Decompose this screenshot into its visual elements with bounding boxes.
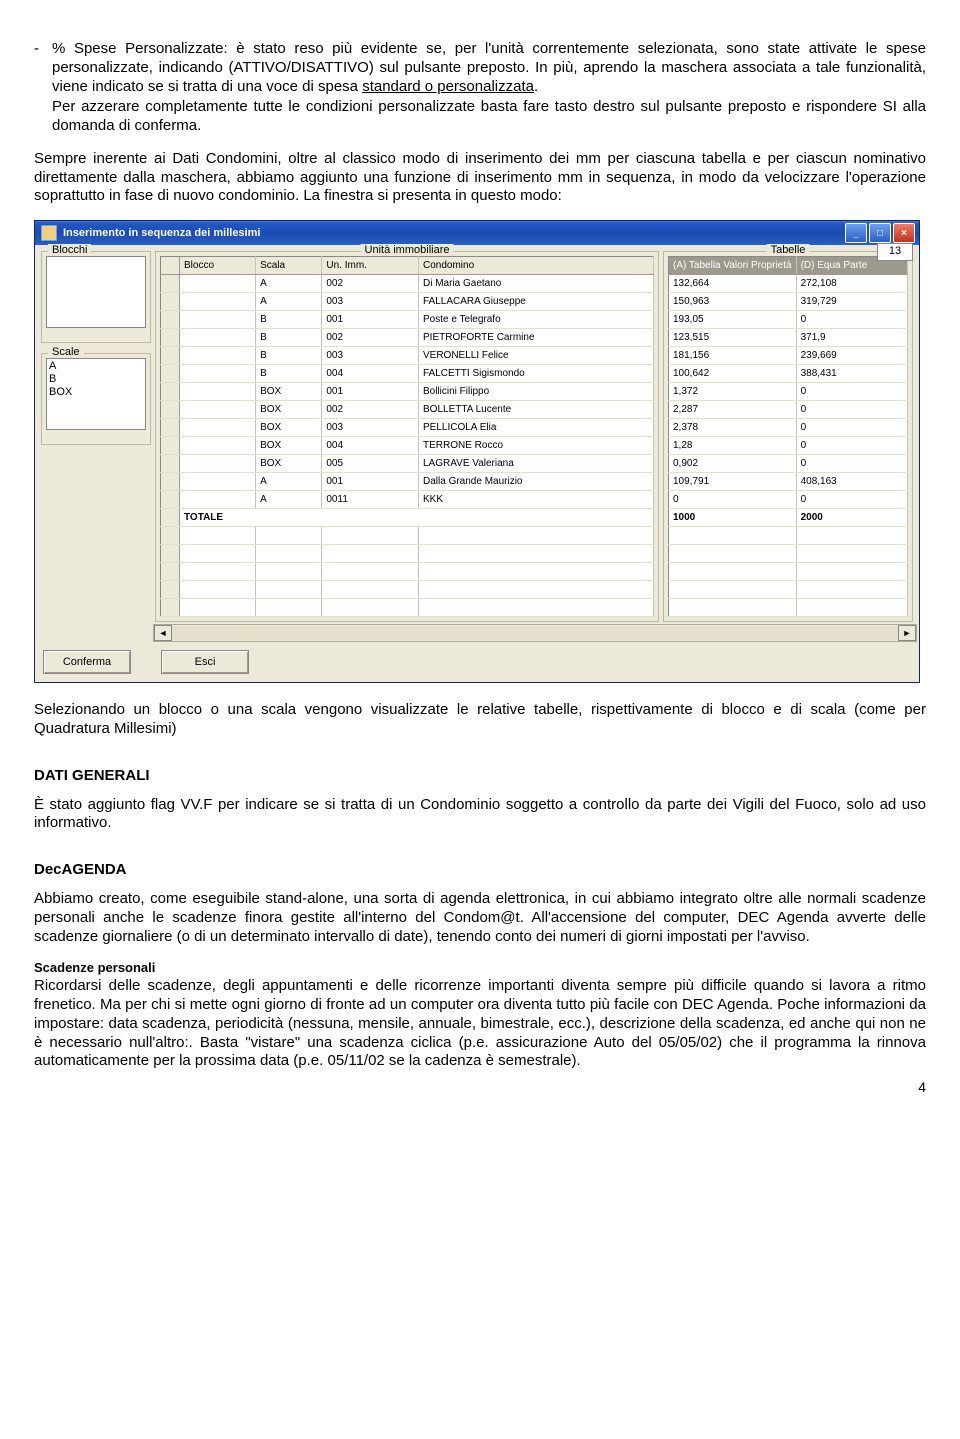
- table-row[interactable]: BOX003PELLICOLA Elia: [161, 419, 654, 437]
- page-number: 4: [34, 1079, 926, 1095]
- col-tab-a[interactable]: (A) Tabella Valori Proprietà: [669, 257, 797, 275]
- table-row[interactable]: 150,963319,729: [669, 293, 908, 311]
- table-row[interactable]: A002Di Maria Gaetano: [161, 275, 654, 293]
- para-decagenda: Abbiamo creato, come eseguibile stand-al…: [34, 890, 926, 946]
- app-icon: [41, 225, 57, 241]
- table-row[interactable]: A0011KKK: [161, 491, 654, 509]
- table-row[interactable]: BOX004TERRONE Rocco: [161, 437, 654, 455]
- table-row[interactable]: BOX005LAGRAVE Valeriana: [161, 455, 654, 473]
- table-row[interactable]: 109,791408,163: [669, 473, 908, 491]
- para-vvf: È stato aggiunto flag VV.F per indicare …: [34, 796, 926, 834]
- conferma-button[interactable]: Conferma: [43, 650, 131, 674]
- legend-scale: Scale: [48, 346, 84, 358]
- minimize-button[interactable]: _: [845, 223, 867, 243]
- col-scala[interactable]: Scala: [256, 257, 322, 275]
- titlebar[interactable]: Inserimento in sequenza dei millesimi _ …: [35, 221, 919, 245]
- table-row-total: TOTALE: [161, 509, 654, 527]
- scroll-right-icon[interactable]: ►: [898, 625, 916, 641]
- scroll-track[interactable]: [172, 626, 898, 640]
- fieldset-unita: Unità immobiliare Blocco Scala Un. Imm. …: [155, 251, 659, 622]
- grid-tabelle[interactable]: (A) Tabella Valori Proprietà (D) Equa Pa…: [668, 256, 908, 617]
- table-row[interactable]: BOX002BOLLETTA Lucente: [161, 401, 654, 419]
- scroll-left-icon[interactable]: ◄: [154, 625, 172, 641]
- table-row[interactable]: 123,515371,9: [669, 329, 908, 347]
- heading-decagenda: DecAGENDA: [34, 861, 926, 878]
- listbox-blocchi[interactable]: [46, 256, 146, 328]
- maximize-button[interactable]: □: [869, 223, 891, 243]
- bullet-text-b: .: [534, 78, 538, 95]
- table-row[interactable]: 2,2870: [669, 401, 908, 419]
- bullet-underline: standard o personalizzata: [362, 78, 534, 95]
- bullet-dash: -: [34, 40, 52, 136]
- list-item[interactable]: A: [49, 360, 143, 373]
- col-condomino[interactable]: Condomino: [419, 257, 654, 275]
- listbox-scale[interactable]: A B BOX: [46, 358, 146, 430]
- col-unimm[interactable]: Un. Imm.: [322, 257, 419, 275]
- table-row[interactable]: 181,156239,669: [669, 347, 908, 365]
- horizontal-scrollbar[interactable]: ◄ ►: [153, 624, 917, 642]
- table-row[interactable]: B002PIETROFORTE Carmine: [161, 329, 654, 347]
- table-row[interactable]: 00: [669, 491, 908, 509]
- grid-unita[interactable]: Blocco Scala Un. Imm. Condomino A002Di M…: [160, 256, 654, 617]
- table-row[interactable]: BOX001Bollicini Filippo: [161, 383, 654, 401]
- legend-blocchi: Blocchi: [48, 244, 91, 256]
- legend-unita: Unità immobiliare: [361, 244, 454, 256]
- subheading-scadenze: Scadenze personali: [34, 960, 926, 975]
- window-millesimi: Inserimento in sequenza dei millesimi _ …: [34, 220, 920, 683]
- close-button[interactable]: ×: [893, 223, 915, 243]
- table-row[interactable]: B004FALCETTI Sigismondo: [161, 365, 654, 383]
- list-item[interactable]: BOX: [49, 386, 143, 399]
- table-row[interactable]: 100,642388,431: [669, 365, 908, 383]
- heading-dati-generali: DATI GENERALI: [34, 767, 926, 784]
- table-row[interactable]: 1,3720: [669, 383, 908, 401]
- col-blocco[interactable]: Blocco: [180, 257, 256, 275]
- bullet-text: % Spese Personalizzate: è stato reso più…: [52, 40, 926, 136]
- fieldset-scale: Scale A B BOX: [41, 353, 151, 445]
- table-row[interactable]: 1,280: [669, 437, 908, 455]
- table-row[interactable]: 132,664272,108: [669, 275, 908, 293]
- list-item[interactable]: B: [49, 373, 143, 386]
- table-row[interactable]: A003FALLACARA Giuseppe: [161, 293, 654, 311]
- para-azzerare: Per azzerare completamente tutte le cond…: [52, 98, 926, 136]
- table-row[interactable]: 0,9020: [669, 455, 908, 473]
- para-selezionando: Selezionando un blocco o una scala vengo…: [34, 701, 926, 739]
- table-row[interactable]: 2,3780: [669, 419, 908, 437]
- table-row-total: 10002000: [669, 509, 908, 527]
- table-row[interactable]: A001Dalla Grande Maurizio: [161, 473, 654, 491]
- legend-tabelle: Tabelle: [767, 244, 810, 256]
- bullet-item: - % Spese Personalizzate: è stato reso p…: [34, 40, 926, 136]
- fieldset-tabelle: Tabelle (A) Tabella Valori Proprietà (D)…: [663, 251, 913, 622]
- window-title: Inserimento in sequenza dei millesimi: [63, 227, 260, 239]
- para-sempre: Sempre inerente ai Dati Condomini, oltre…: [34, 150, 926, 206]
- esci-button[interactable]: Esci: [161, 650, 249, 674]
- page-count: 13: [877, 243, 913, 261]
- fieldset-blocchi: Blocchi: [41, 251, 151, 343]
- table-row[interactable]: 193,050: [669, 311, 908, 329]
- table-row[interactable]: B003VERONELLI Felice: [161, 347, 654, 365]
- table-row[interactable]: B001Poste e Telegrafo: [161, 311, 654, 329]
- para-scadenze: Ricordarsi delle scadenze, degli appunta…: [34, 977, 926, 1071]
